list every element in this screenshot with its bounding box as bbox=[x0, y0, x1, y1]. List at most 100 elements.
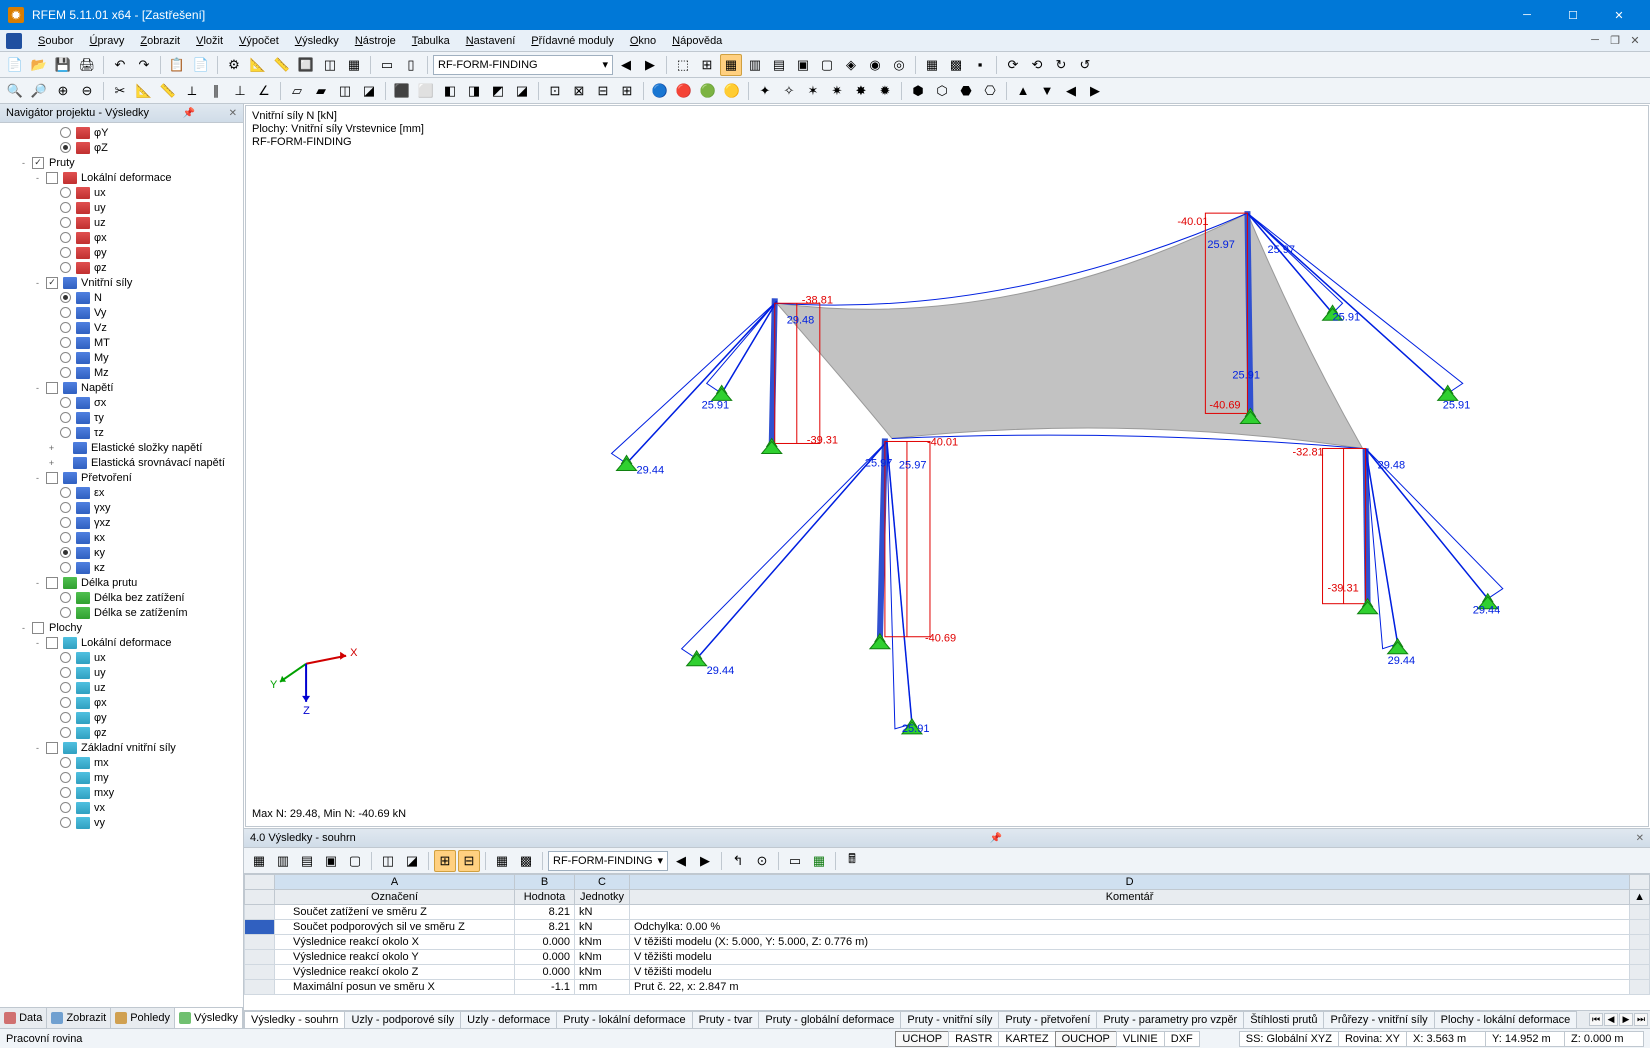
ptab[interactable]: Uzly - podporové síly bbox=[344, 1011, 461, 1028]
tool-icon[interactable]: ◈ bbox=[840, 54, 862, 76]
menu-tabulka[interactable]: Tabulka bbox=[404, 33, 458, 49]
tree-item[interactable]: Délka bez zatížení bbox=[0, 590, 243, 605]
ptab[interactable]: Pruty - tvar bbox=[692, 1011, 760, 1028]
tool-icon[interactable]: ◫ bbox=[334, 80, 356, 102]
status-toggle[interactable]: KARTEZ bbox=[998, 1031, 1055, 1047]
tool-icon[interactable]: ∠ bbox=[253, 80, 275, 102]
tool-icon[interactable]: ✹ bbox=[874, 80, 896, 102]
tree-item[interactable]: τz bbox=[0, 425, 243, 440]
tool-icon[interactable]: ▦ bbox=[921, 54, 943, 76]
table-row[interactable]: Součet zatížení ve směru Z8.21kN bbox=[245, 905, 1650, 920]
prev-icon[interactable]: ◀ bbox=[670, 850, 692, 872]
navtab-zobrazit[interactable]: Zobrazit bbox=[47, 1008, 111, 1028]
tool-icon[interactable]: ✶ bbox=[802, 80, 824, 102]
tree-item[interactable]: +Elastické složky napětí bbox=[0, 440, 243, 455]
tool-icon[interactable]: ⊞ bbox=[696, 54, 718, 76]
tool-icon[interactable]: 📐 bbox=[133, 80, 155, 102]
tool-icon[interactable]: ▤ bbox=[768, 54, 790, 76]
tree-item[interactable]: mx bbox=[0, 755, 243, 770]
tree-item[interactable]: My bbox=[0, 350, 243, 365]
ptool-icon[interactable]: ▦ bbox=[491, 850, 513, 872]
tree-item[interactable]: -✓Pruty bbox=[0, 155, 243, 170]
tree-item[interactable]: φy bbox=[0, 710, 243, 725]
ptool-icon[interactable]: ⊟ bbox=[458, 850, 480, 872]
tool-icon[interactable]: 🔵 bbox=[649, 80, 671, 102]
tool-icon[interactable]: ⊞ bbox=[616, 80, 638, 102]
tree-item[interactable]: -Lokální deformace bbox=[0, 635, 243, 650]
tool-icon[interactable]: 📏 bbox=[271, 54, 293, 76]
tree-item[interactable]: φZ bbox=[0, 140, 243, 155]
menu-nastavení[interactable]: Nastavení bbox=[458, 33, 524, 49]
new-icon[interactable]: 📄 bbox=[4, 54, 26, 76]
copy-icon[interactable]: 📋 bbox=[166, 54, 188, 76]
print-icon[interactable]: 🖨 bbox=[76, 54, 98, 76]
tool-icon[interactable]: ⬚ bbox=[672, 54, 694, 76]
redo-icon[interactable]: ↷ bbox=[133, 54, 155, 76]
tool-icon[interactable]: ▥ bbox=[744, 54, 766, 76]
ptab[interactable]: Plochy - lokální deformace bbox=[1434, 1011, 1578, 1028]
status-toggle[interactable]: UCHOP bbox=[895, 1031, 949, 1047]
tree-item[interactable]: mxy bbox=[0, 785, 243, 800]
tool-icon[interactable]: ⊡ bbox=[544, 80, 566, 102]
table-row[interactable]: Maximální posun ve směru X-1.1mmPrut č. … bbox=[245, 980, 1650, 995]
menu-výpočet[interactable]: Výpočet bbox=[231, 33, 287, 49]
tool-icon[interactable]: ⬣ bbox=[955, 80, 977, 102]
tool-icon[interactable]: ▦ bbox=[720, 54, 742, 76]
tree-item[interactable]: vy bbox=[0, 815, 243, 830]
ptool-icon[interactable]: ▣ bbox=[320, 850, 342, 872]
tool-icon[interactable]: ▼ bbox=[1036, 80, 1058, 102]
paste-icon[interactable]: 📄 bbox=[190, 54, 212, 76]
tool-icon[interactable]: ◫ bbox=[319, 54, 341, 76]
menu-okno[interactable]: Okno bbox=[622, 33, 664, 49]
panel-combo[interactable]: RF-FORM-FINDING▾ bbox=[548, 851, 668, 871]
ptab[interactable]: Pruty - globální deformace bbox=[758, 1011, 901, 1028]
tree-item[interactable]: γxy bbox=[0, 500, 243, 515]
menu-zobrazit[interactable]: Zobrazit bbox=[132, 33, 188, 49]
status-toggle[interactable]: DXF bbox=[1164, 1031, 1200, 1047]
tool-icon[interactable]: ✷ bbox=[826, 80, 848, 102]
tool-icon[interactable]: ◉ bbox=[864, 54, 886, 76]
next-icon[interactable]: ▶ bbox=[694, 850, 716, 872]
navtab-pohledy[interactable]: Pohledy bbox=[111, 1008, 175, 1028]
tool-icon[interactable]: ∥ bbox=[205, 80, 227, 102]
table-row[interactable]: Výslednice reakcí okolo X0.000kNmV těžiš… bbox=[245, 935, 1650, 950]
open-icon[interactable]: 📂 bbox=[28, 54, 50, 76]
ptab[interactable]: Průřezy - vnitřní síly bbox=[1323, 1011, 1434, 1028]
close-panel-icon[interactable]: ✕ bbox=[229, 108, 237, 119]
close-button[interactable]: ✕ bbox=[1596, 0, 1642, 30]
tree-item[interactable]: κz bbox=[0, 560, 243, 575]
menu-app-icon[interactable] bbox=[6, 33, 22, 49]
tree-item[interactable]: κy bbox=[0, 545, 243, 560]
tool-icon[interactable]: ▲ bbox=[1012, 80, 1034, 102]
tool-icon[interactable]: ▢ bbox=[816, 54, 838, 76]
ptab[interactable]: Pruty - vnitřní síly bbox=[900, 1011, 999, 1028]
ptool-icon[interactable]: ◪ bbox=[401, 850, 423, 872]
tool-icon[interactable]: ⬢ bbox=[907, 80, 929, 102]
mdi-minimize-icon[interactable]: ─ bbox=[1586, 34, 1604, 47]
tree-item[interactable]: τy bbox=[0, 410, 243, 425]
menu-nástroje[interactable]: Nástroje bbox=[347, 33, 404, 49]
tool-icon[interactable]: 🔎 bbox=[28, 80, 50, 102]
tool-icon[interactable]: ⊟ bbox=[592, 80, 614, 102]
tool-icon[interactable]: ✦ bbox=[754, 80, 776, 102]
ptool-icon[interactable]: 🖩 bbox=[841, 850, 863, 872]
tool-icon[interactable]: ⟲ bbox=[1026, 54, 1048, 76]
tree-item[interactable]: εx bbox=[0, 485, 243, 500]
ptool-icon[interactable]: ↰ bbox=[727, 850, 749, 872]
status-toggle[interactable]: VLINIE bbox=[1116, 1031, 1165, 1047]
ptool-icon[interactable]: ▩ bbox=[515, 850, 537, 872]
ptab[interactable]: Štíhlosti prutů bbox=[1243, 1011, 1324, 1028]
status-toggle[interactable]: RASTR bbox=[948, 1031, 999, 1047]
tree-item[interactable]: my bbox=[0, 770, 243, 785]
load-case-combo[interactable]: RF-FORM-FINDING▾ bbox=[433, 55, 613, 75]
tool-icon[interactable]: ⬡ bbox=[931, 80, 953, 102]
tool-icon[interactable]: ↺ bbox=[1074, 54, 1096, 76]
tool-icon[interactable]: ◎ bbox=[888, 54, 910, 76]
ptool-icon[interactable]: ⊙ bbox=[751, 850, 773, 872]
tool-icon[interactable]: ▶ bbox=[1084, 80, 1106, 102]
tree-item[interactable]: Mz bbox=[0, 365, 243, 380]
tree-item[interactable]: φx bbox=[0, 230, 243, 245]
tool-icon[interactable]: ⟳ bbox=[1002, 54, 1024, 76]
tool-icon[interactable]: ◧ bbox=[439, 80, 461, 102]
tool-icon[interactable]: ⊠ bbox=[568, 80, 590, 102]
